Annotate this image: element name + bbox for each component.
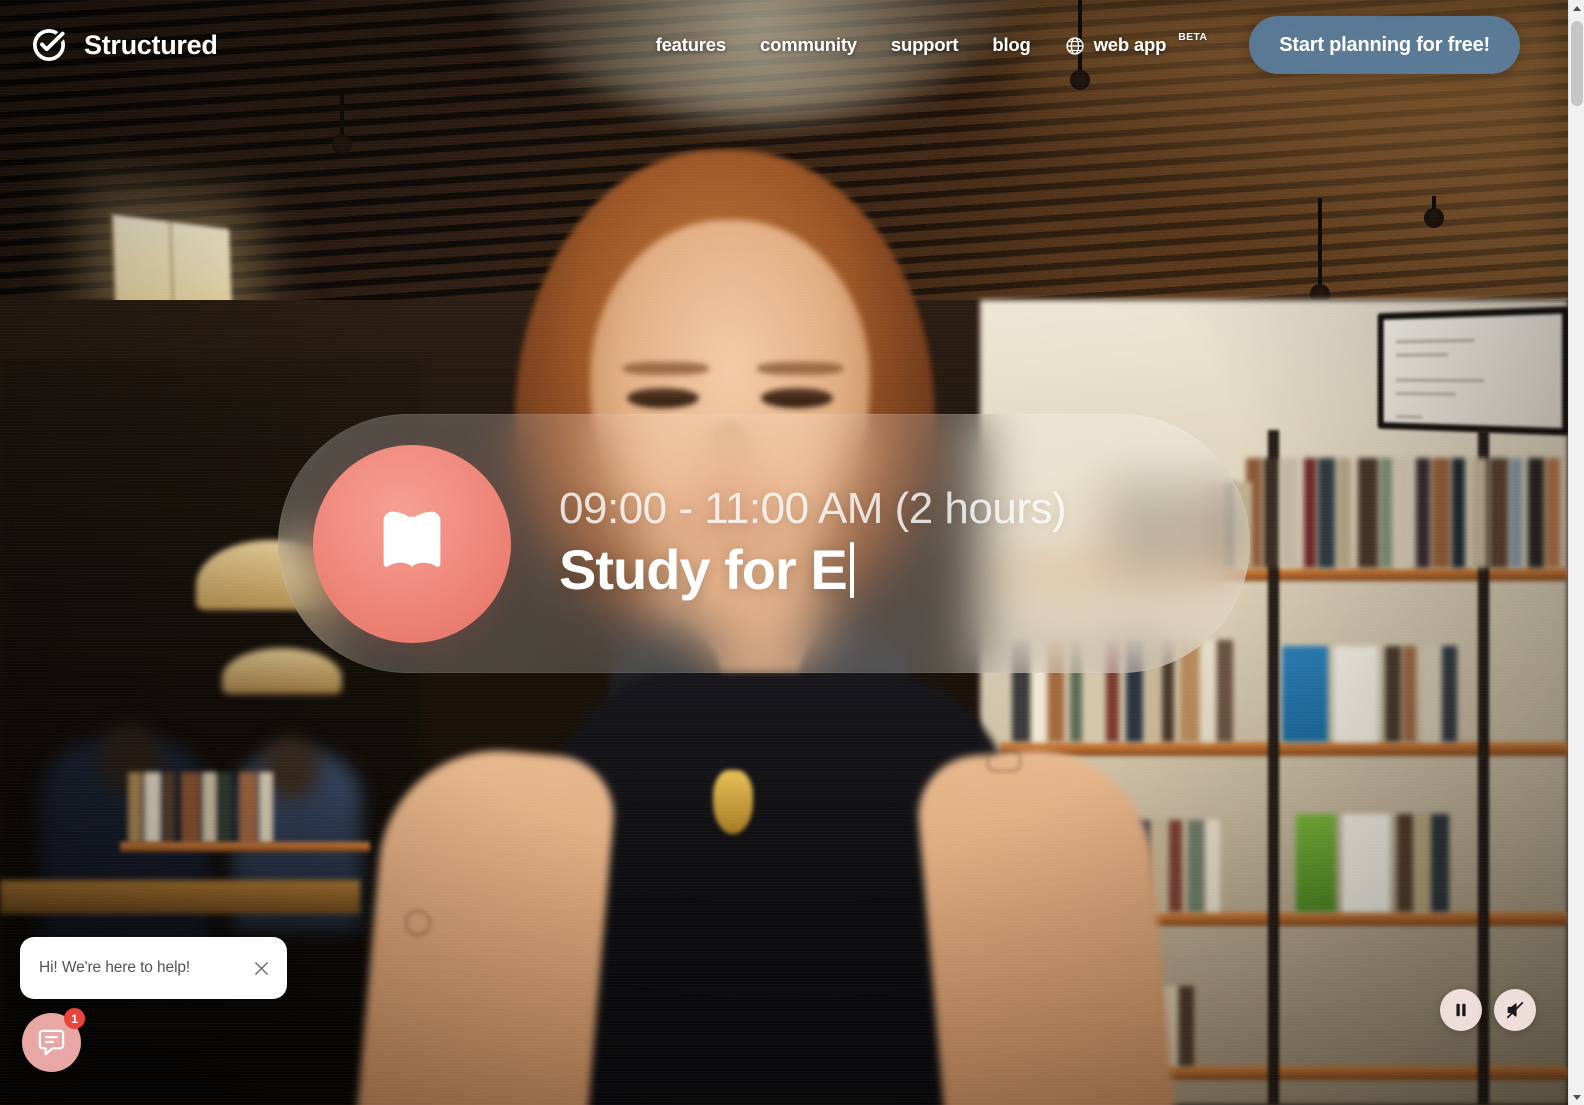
mute-toggle-button[interactable] <box>1494 989 1536 1031</box>
pause-button[interactable] <box>1440 989 1482 1031</box>
books-row-4 <box>1282 646 1468 742</box>
brand-logo-link[interactable]: Structured <box>30 26 218 64</box>
scroll-up-arrow-icon[interactable] <box>1569 0 1584 16</box>
subject-brow-right <box>757 362 843 375</box>
browser-scrollbar[interactable] <box>1568 0 1584 1105</box>
task-icon-circle <box>313 444 511 643</box>
task-time: 09:00 - 11:00 AM (2 hours) <box>559 484 1067 534</box>
brand-name: Structured <box>84 29 218 60</box>
left-shelf-plank <box>120 842 370 852</box>
chat-greeting-text: Hi! We're here to help! <box>39 959 191 976</box>
wall-monitor <box>1377 306 1568 436</box>
typing-cursor-icon <box>849 541 854 598</box>
speaker-muted-icon <box>1506 1001 1524 1019</box>
books-row-1 <box>1246 458 1568 568</box>
nav-web-app-label: web app <box>1093 34 1167 55</box>
books-row-6 <box>1296 814 1462 912</box>
left-table <box>0 880 360 914</box>
scrollbar-thumb[interactable] <box>1571 21 1583 106</box>
task-title-row: Study for E <box>559 538 1066 602</box>
pause-icon <box>1456 1003 1466 1017</box>
scroll-down-arrow-icon[interactable] <box>1569 1089 1584 1105</box>
nav-link-support[interactable]: support <box>891 34 959 56</box>
pendant-cable-3 <box>1310 198 1330 304</box>
chat-unread-badge: 1 <box>64 1008 85 1029</box>
chat-bubble-icon <box>38 1029 65 1056</box>
open-book-icon <box>383 511 441 567</box>
start-planning-button[interactable]: Start planning for free! <box>1249 16 1520 74</box>
globe-icon <box>1065 37 1084 55</box>
video-controls <box>1440 989 1536 1031</box>
nav-link-features[interactable]: features <box>656 34 727 56</box>
check-circle-icon <box>33 29 65 61</box>
subject-arm-right <box>913 740 1187 1105</box>
subject-brow-left <box>623 362 709 375</box>
subject-eye-left <box>627 388 699 408</box>
nav-link-web-app[interactable]: web app BETA <box>1065 31 1208 56</box>
pendant-cable-1 <box>332 88 352 154</box>
subject-necklace <box>713 770 753 834</box>
nav-link-blog[interactable]: blog <box>992 34 1030 56</box>
nav-link-community[interactable]: community <box>760 34 857 56</box>
task-title: Study for E <box>559 537 848 601</box>
page-root: 09:00 - 11:00 AM (2 hours) Study for E S… <box>0 0 1584 1105</box>
close-icon <box>254 961 268 975</box>
chat-greeting-tooltip[interactable]: Hi! We're here to help! <box>20 937 287 999</box>
pendant-cable-4 <box>1424 196 1444 228</box>
site-header: Structured features community support bl… <box>0 0 1568 90</box>
subject-eye-right <box>761 388 833 408</box>
task-preview-card: 09:00 - 11:00 AM (2 hours) Study for E <box>278 414 1250 673</box>
books-row-left <box>128 772 358 844</box>
chat-greeting-close-button[interactable] <box>249 956 273 980</box>
beta-badge: BETA <box>1178 31 1208 43</box>
task-text-block: 09:00 - 11:00 AM (2 hours) Study for E <box>559 484 1067 602</box>
subject-tattoo-right <box>987 750 1021 772</box>
main-navigation: features community support blog web app … <box>656 31 1208 56</box>
subject-tattoo-left <box>405 910 431 936</box>
